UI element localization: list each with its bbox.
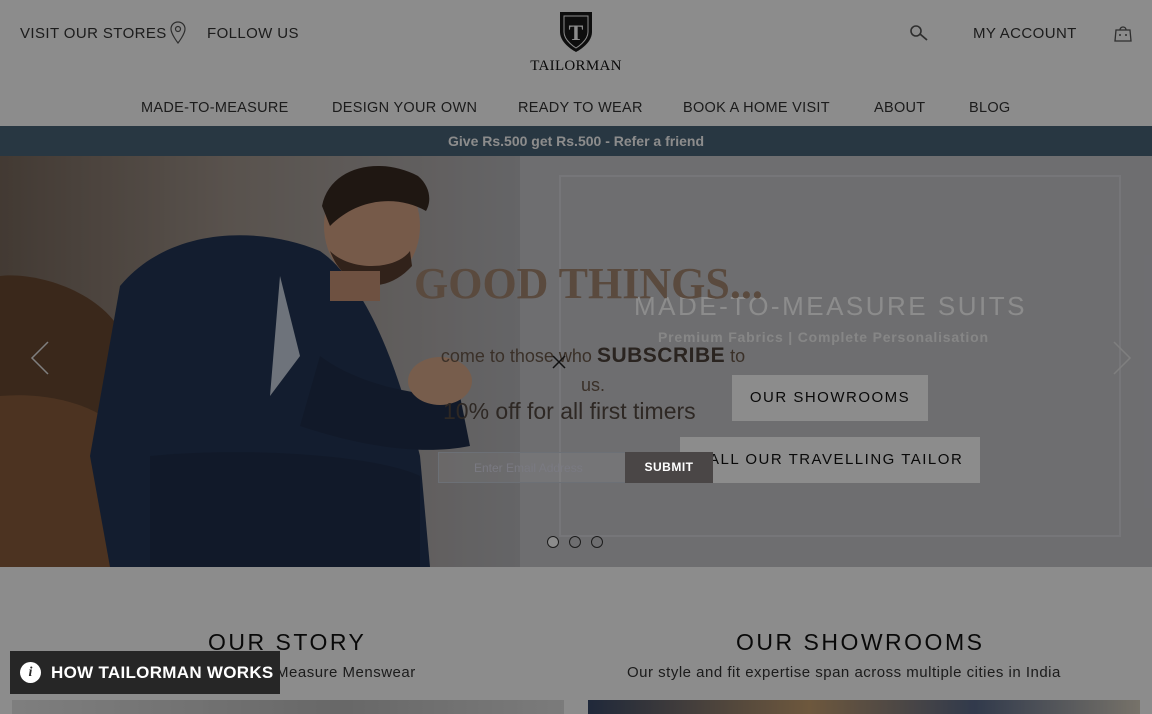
submit-button[interactable]: SUBMIT — [625, 452, 713, 483]
how-tailorman-works-button[interactable]: i HOW TAILORMAN WORKS — [10, 651, 280, 694]
popup-subscribe-word: SUBSCRIBE — [596, 344, 726, 367]
popup-title: GOOD THINGS... — [414, 259, 763, 308]
popup-text: come to those who SUBSCRIBE to us. — [428, 341, 758, 400]
close-icon[interactable] — [551, 354, 567, 370]
popup-offer: 10% off for all first timers — [443, 398, 696, 424]
how-tailorman-works-label: HOW TAILORMAN WORKS — [51, 663, 274, 682]
email-input[interactable] — [438, 452, 626, 483]
popup-text-lead: come to those who — [440, 346, 597, 366]
info-icon: i — [20, 662, 41, 683]
